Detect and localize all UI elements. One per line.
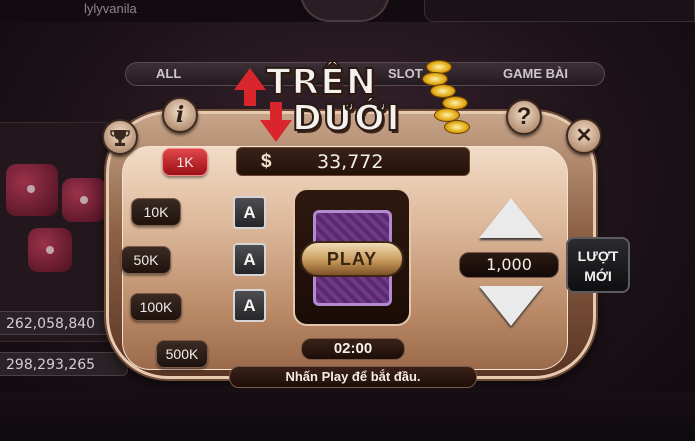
dice-icon xyxy=(28,228,72,272)
balance-display: $ 33,772 xyxy=(236,147,470,176)
new-round-label-1: LƯỢT xyxy=(577,248,619,264)
lobby-tab-game-bai[interactable]: GAME BÀI xyxy=(503,66,568,81)
trophy-button[interactable] xyxy=(102,119,138,155)
bet-down-arrow-icon[interactable] xyxy=(479,286,543,326)
help-button[interactable]: ? xyxy=(506,99,542,135)
lobby-username: lylyvanila xyxy=(84,1,137,16)
chip-50k[interactable]: 50K xyxy=(121,246,171,274)
new-round-button[interactable]: LƯỢT MỚI xyxy=(566,237,630,293)
chip-10k[interactable]: 10K xyxy=(131,198,181,226)
chip-100k[interactable]: 100K xyxy=(130,293,182,321)
lobby-right-panel xyxy=(424,0,695,22)
close-button[interactable]: ✕ xyxy=(566,118,602,154)
down-arrow-icon xyxy=(270,102,282,120)
title-line-1: TRÊN xyxy=(265,61,377,104)
bet-amount: 1,000 xyxy=(459,252,559,278)
status-message: Nhấn Play để bắt đầu. xyxy=(229,366,477,388)
card-slot-3: A xyxy=(233,289,266,322)
card-slot-2: A xyxy=(233,243,266,276)
title-line-2: DƯỚI xyxy=(291,97,401,140)
up-arrow-icon xyxy=(244,88,256,106)
chip-500k[interactable]: 500K xyxy=(156,340,208,368)
new-round-label-2: MỚI xyxy=(584,268,612,284)
card-slot-1: A xyxy=(233,196,266,229)
up-arrow-icon xyxy=(234,68,266,90)
lobby-jackpot-value: 298,293,265 xyxy=(0,352,128,376)
lobby-bottom-area xyxy=(0,392,695,441)
trophy-icon xyxy=(110,130,130,146)
game-title-logo: TRÊN DƯỚI xyxy=(230,58,480,148)
dice-icon xyxy=(6,164,58,216)
balance-value: 33,772 xyxy=(317,151,384,173)
dollar-icon: $ xyxy=(261,151,272,172)
down-arrow-icon xyxy=(260,120,292,142)
timer-display: 02:00 xyxy=(301,338,405,360)
lobby-tab-all[interactable]: ALL xyxy=(156,66,181,81)
coin-icon xyxy=(444,120,470,134)
chip-1k[interactable]: 1K xyxy=(162,148,208,176)
bet-up-arrow-icon[interactable] xyxy=(479,198,543,238)
play-button[interactable]: PLAY xyxy=(300,241,404,277)
dice-icon xyxy=(62,178,106,222)
info-button[interactable]: i xyxy=(162,97,198,133)
